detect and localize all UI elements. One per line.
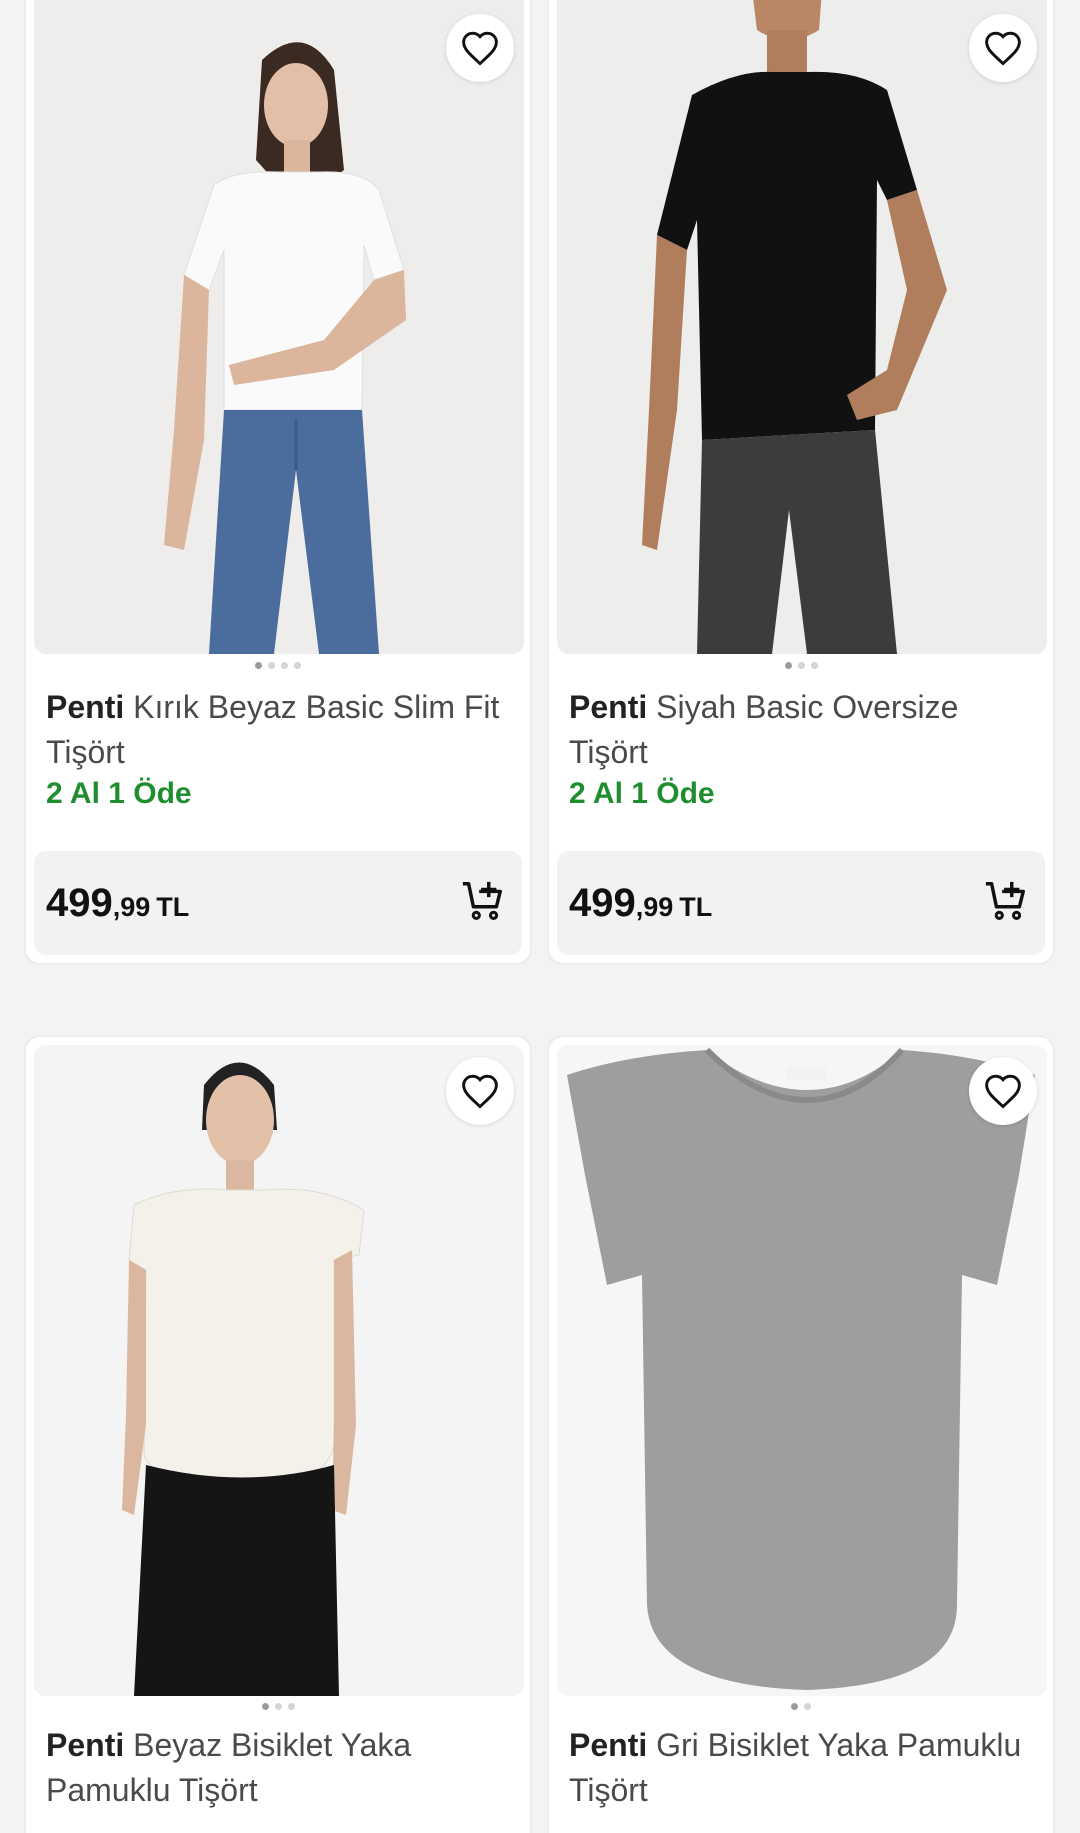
carousel-dot [274,1703,282,1710]
carousel-dot [810,662,818,669]
price-currency: TL [679,891,713,922]
product-photo-grey-tee-flatlay [557,1045,1047,1696]
price-bar: 499,99 TL [34,851,522,955]
product-title[interactable]: Penti Beyaz Bisiklet Yaka Pamuklu Tişört [46,1723,510,1813]
product-title[interactable]: Penti Siyah Basic Oversize Tişört [569,685,1033,775]
price-decimal: ,99 [112,891,151,922]
carousel-dot [261,1703,269,1710]
product-image[interactable] [557,1045,1047,1696]
cart-plus-icon [985,881,1025,920]
product-image[interactable] [557,0,1047,654]
price-decimal: ,99 [635,891,674,922]
carousel-dot [268,662,275,669]
heart-outline-icon [985,31,1021,66]
cart-plus-icon [462,881,502,920]
promo-label: 2 Al 1 Öde [46,777,192,810]
heart-outline-icon [462,1074,498,1109]
favorite-button[interactable] [446,1057,514,1125]
product-grid: Penti Kırık Beyaz Basic Slim Fit Tişört … [0,0,1080,1833]
product-title[interactable]: Penti Kırık Beyaz Basic Slim Fit Tişört [46,685,510,775]
product-price: 499,99 TL [46,881,189,926]
price-integer: 499 [46,880,113,925]
product-card[interactable]: Penti Beyaz Bisiklet Yaka Pamuklu Tişört [24,1035,532,1833]
price-currency: TL [156,891,190,922]
product-title[interactable]: Penti Gri Bisiklet Yaka Pamuklu Tişört [569,1723,1033,1813]
product-image[interactable] [34,1045,524,1696]
carousel-dot [287,1703,295,1710]
image-carousel-dots [26,1703,530,1710]
carousel-dot [255,662,262,669]
product-brand: Penti [569,689,648,725]
carousel-dot [804,1703,811,1710]
product-brand: Penti [46,689,125,725]
carousel-dot [791,1703,798,1710]
favorite-button[interactable] [446,14,514,82]
product-brand: Penti [46,1727,125,1763]
carousel-dot [797,662,805,669]
product-card[interactable]: Penti Siyah Basic Oversize Tişört 2 Al 1… [547,0,1055,965]
heart-outline-icon [985,1074,1021,1109]
promo-label: 2 Al 1 Öde [569,777,715,810]
product-price: 499,99 TL [569,881,712,926]
image-carousel-dots [549,1703,1053,1710]
product-card[interactable]: Penti Gri Bisiklet Yaka Pamuklu Tişört [547,1035,1055,1833]
add-to-cart-button[interactable] [460,878,506,929]
carousel-dot [784,662,792,669]
heart-outline-icon [462,31,498,66]
product-image[interactable] [34,0,524,654]
favorite-button[interactable] [969,14,1037,82]
image-carousel-dots [26,662,530,669]
product-photo-white-sleeveless-tee [34,1045,524,1696]
product-brand: Penti [569,1727,648,1763]
product-photo-white-tee-jeans [34,0,524,654]
price-bar: 499,99 TL [557,851,1045,955]
product-photo-black-tee [557,0,1047,654]
carousel-dot [281,662,288,669]
price-integer: 499 [569,880,636,925]
add-to-cart-button[interactable] [983,878,1029,929]
carousel-dot [294,662,301,669]
favorite-button[interactable] [969,1057,1037,1125]
product-card[interactable]: Penti Kırık Beyaz Basic Slim Fit Tişört … [24,0,532,965]
image-carousel-dots [549,662,1053,669]
